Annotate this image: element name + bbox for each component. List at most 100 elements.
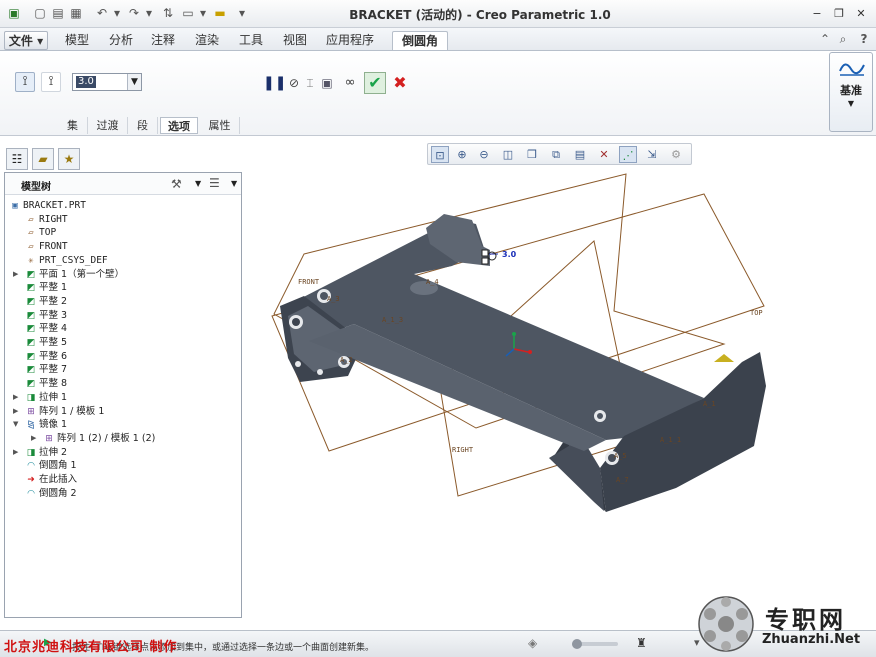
verify-glasses-icon[interactable]: ∞ xyxy=(340,73,360,93)
tree-item[interactable]: ▱ TOP xyxy=(25,226,56,239)
tree-item[interactable]: ◩ 平整 5 xyxy=(25,336,67,349)
tree-item[interactable]: ⧎ 镜像 1 xyxy=(25,418,67,431)
tree-item[interactable]: ⊞ 阵列 1 (2) / 模板 1 (2) xyxy=(43,432,155,445)
undo-dropdown-icon[interactable]: ▾ xyxy=(112,5,122,22)
minimize-button[interactable]: − xyxy=(808,5,826,22)
saved-orientations-icon[interactable]: ⧉ xyxy=(547,146,565,163)
tab-render[interactable]: 渲染 xyxy=(188,31,226,50)
tab-model[interactable]: 模型 xyxy=(58,31,96,50)
tree-item[interactable]: ◩ 平整 1 xyxy=(25,281,67,294)
undo-icon[interactable]: ↶ xyxy=(94,5,110,22)
zoom-out-icon[interactable]: ⊖ xyxy=(475,146,493,163)
ok-check-icon[interactable]: ✔ xyxy=(364,72,386,94)
graphics-area[interactable] xyxy=(244,166,876,628)
tab-tools[interactable]: 工具 xyxy=(232,31,270,50)
expand-arrow-icon[interactable]: ▶ xyxy=(13,393,21,401)
customize-toolbar-icon[interactable]: ▾ xyxy=(236,5,248,22)
tree-item[interactable]: ▱ RIGHT xyxy=(25,213,67,226)
close-window-icon[interactable]: ▬ xyxy=(212,5,228,22)
expand-arrow-icon[interactable]: ▶ xyxy=(13,270,21,278)
tab-file[interactable]: 文件 ▾ xyxy=(4,31,48,50)
display-style-icon[interactable]: ❒ xyxy=(523,146,541,163)
open-icon[interactable]: ▤ xyxy=(50,5,66,22)
full-round-icon[interactable]: ⟟ xyxy=(41,72,61,92)
favorites-tab-icon[interactable]: ★ xyxy=(58,148,80,170)
find-icon[interactable]: ♜ xyxy=(636,636,647,650)
cancel-x-icon[interactable]: ✖ xyxy=(390,73,410,93)
tree-item[interactable]: ◩ 平整 7 xyxy=(25,363,67,376)
radius-combo[interactable]: 3.0 ▼ xyxy=(72,73,142,91)
close-button[interactable]: ✕ xyxy=(852,5,870,22)
tab-round[interactable]: 倒圆角 xyxy=(392,31,448,50)
tree-item[interactable]: ◩ 平整 2 xyxy=(25,295,67,308)
extrude-icon: ◨ xyxy=(26,447,36,458)
redo-icon[interactable]: ↷ xyxy=(126,5,142,22)
tree-item[interactable]: ◩ 平面 1（第一个壁） xyxy=(25,268,124,281)
tree-item[interactable]: ▣ BRACKET.PRT xyxy=(9,199,86,212)
pause-icon[interactable]: ❚❚ xyxy=(263,73,286,93)
refit-icon[interactable]: ⊡ xyxy=(431,146,449,163)
model-tree-tab-icon[interactable]: ☷ xyxy=(6,148,28,170)
detached-preview-icon[interactable]: ▣ xyxy=(318,73,336,93)
axis-label: A_5 xyxy=(614,452,627,460)
collapse-arrow-icon[interactable]: ▼ xyxy=(13,420,21,428)
zoom-in-icon[interactable]: ⊕ xyxy=(453,146,471,163)
tree-item[interactable]: ➜ 在此插入 xyxy=(25,473,77,486)
tree-item-label: 平整 5 xyxy=(39,337,68,348)
appearance-gallery-icon[interactable]: ⚙ xyxy=(667,146,685,163)
chevron-down-icon[interactable]: ▼ xyxy=(195,179,201,188)
chevron-down-icon[interactable]: ▼ xyxy=(127,74,141,90)
tree-item[interactable]: ▱ FRONT xyxy=(25,240,67,253)
smart-filter-icon[interactable]: ◈ xyxy=(528,636,537,650)
no-preview-icon[interactable]: ⊘ xyxy=(286,73,302,93)
subtab-sets[interactable]: 集 xyxy=(58,117,88,134)
subtab-properties[interactable]: 属性 xyxy=(200,117,240,134)
expand-arrow-icon[interactable]: ▶ xyxy=(31,434,39,442)
chevron-down-icon[interactable]: ▼ xyxy=(231,179,237,188)
expand-arrow-icon[interactable]: ▶ xyxy=(13,448,21,456)
tab-annotate[interactable]: 注释 xyxy=(144,31,182,50)
bracket-part[interactable] xyxy=(280,214,766,512)
subtab-options[interactable]: 选项 xyxy=(160,117,198,134)
tree-item[interactable]: ◠ 倒圆角 1 xyxy=(25,459,77,472)
tree-item[interactable]: ◨ 拉伸 1 xyxy=(25,391,67,404)
tree-item[interactable]: ◩ 平整 3 xyxy=(25,309,67,322)
axis-label: A_1_1 xyxy=(660,436,682,444)
expand-arrow-icon[interactable]: ▶ xyxy=(13,407,21,415)
annotation-display-icon[interactable]: ⇲ xyxy=(643,146,661,163)
radius-dimension[interactable]: 3.0 xyxy=(502,250,516,259)
search-icon[interactable]: ⌕ xyxy=(836,31,850,48)
spin-center-icon[interactable]: ⋰ xyxy=(619,146,637,163)
attached-preview-icon[interactable]: ⌶ xyxy=(302,73,318,93)
tree-item[interactable]: ◩ 平整 8 xyxy=(25,377,67,390)
tab-view[interactable]: 视图 xyxy=(276,31,314,50)
maximize-button[interactable]: ❐ xyxy=(830,5,848,22)
tree-settings-icon[interactable]: ⚒ xyxy=(171,177,182,191)
datum-display-icon[interactable]: ✕ xyxy=(595,146,613,163)
constant-round-icon[interactable]: ⟟ xyxy=(15,72,35,92)
tree-columns-icon[interactable]: ☰ xyxy=(209,176,220,190)
tree-item[interactable]: ◩ 平整 4 xyxy=(25,322,67,335)
tab-applications[interactable]: 应用程序 xyxy=(320,31,380,50)
folder-browser-tab-icon[interactable]: ▰ xyxy=(32,148,54,170)
save-icon[interactable]: ▦ xyxy=(68,5,84,22)
window-icon[interactable]: ▭ xyxy=(180,5,196,22)
help-icon[interactable]: ? xyxy=(856,31,872,48)
view-manager-icon[interactable]: ▤ xyxy=(571,146,589,163)
subtab-transitions[interactable]: 过渡 xyxy=(88,117,128,134)
tree-item[interactable]: ✳ PRT_CSYS_DEF xyxy=(25,254,107,267)
tree-item[interactable]: ◨ 拉伸 2 xyxy=(25,446,67,459)
subtab-segments[interactable]: 段 xyxy=(128,117,158,134)
tree-item[interactable]: ◩ 平整 6 xyxy=(25,350,67,363)
tree-item[interactable]: ⊞ 阵列 1 / 模板 1 xyxy=(25,405,104,418)
basis-group-button[interactable]: 基准 ▼ xyxy=(829,52,873,132)
tree-item[interactable]: ◠ 倒圆角 2 xyxy=(25,487,77,500)
chevron-down-icon[interactable]: ▼ xyxy=(830,99,872,108)
repaint-icon[interactable]: ◫ xyxy=(499,146,517,163)
regenerate-icon[interactable]: ⇅ xyxy=(160,5,176,22)
new-icon[interactable]: ▢ xyxy=(32,5,48,22)
tab-analysis[interactable]: 分析 xyxy=(102,31,140,50)
window-dropdown-icon[interactable]: ▾ xyxy=(198,5,208,22)
redo-dropdown-icon[interactable]: ▾ xyxy=(144,5,154,22)
minimize-ribbon-icon[interactable]: ⌃ xyxy=(818,31,832,48)
